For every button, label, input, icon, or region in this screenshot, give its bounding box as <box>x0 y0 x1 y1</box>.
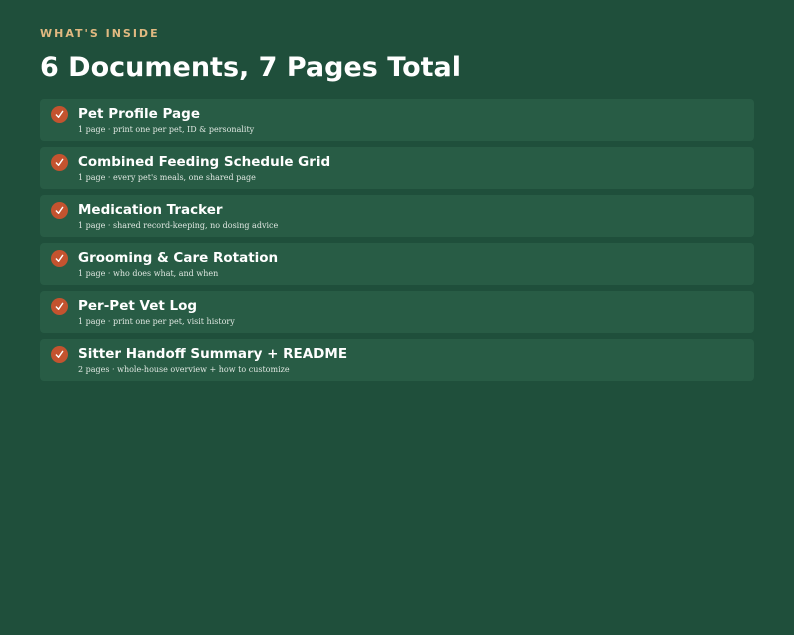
list-item: Pet Profile Page 1 page · print one per … <box>40 99 754 141</box>
item-title: Per-Pet Vet Log <box>78 298 198 314</box>
page-title: 6 Documents, 7 Pages Total <box>40 52 462 83</box>
check-icon <box>51 346 68 363</box>
check-icon <box>51 298 68 315</box>
check-icon <box>51 250 68 267</box>
item-title: Combined Feeding Schedule Grid <box>78 154 331 170</box>
section-eyebrow: WHAT'S INSIDE <box>40 27 160 40</box>
item-subtitle: 1 page · print one per pet, ID & persona… <box>78 125 255 134</box>
item-title: Pet Profile Page <box>78 106 200 122</box>
page: WHAT'S INSIDE 6 Documents, 7 Pages Total… <box>0 0 794 635</box>
item-subtitle: 1 page · print one per pet, visit histor… <box>78 317 235 326</box>
item-subtitle: 1 page · every pet's meals, one shared p… <box>78 173 256 182</box>
document-list: Pet Profile Page 1 page · print one per … <box>40 99 754 381</box>
list-item: Grooming & Care Rotation 1 page · who do… <box>40 243 754 285</box>
check-icon <box>51 106 68 123</box>
check-icon <box>51 202 68 219</box>
item-title: Grooming & Care Rotation <box>78 250 279 266</box>
list-item: Per-Pet Vet Log 1 page · print one per p… <box>40 291 754 333</box>
item-subtitle: 2 pages · whole-house overview + how to … <box>78 365 290 374</box>
check-icon <box>51 154 68 171</box>
item-subtitle: 1 page · shared record-keeping, no dosin… <box>78 221 279 230</box>
item-title: Medication Tracker <box>78 202 223 218</box>
list-item: Sitter Handoff Summary + README 2 pages … <box>40 339 754 381</box>
item-subtitle: 1 page · who does what, and when <box>78 269 219 278</box>
list-item: Medication Tracker 1 page · shared recor… <box>40 195 754 237</box>
list-item: Combined Feeding Schedule Grid 1 page · … <box>40 147 754 189</box>
item-title: Sitter Handoff Summary + README <box>78 346 348 362</box>
